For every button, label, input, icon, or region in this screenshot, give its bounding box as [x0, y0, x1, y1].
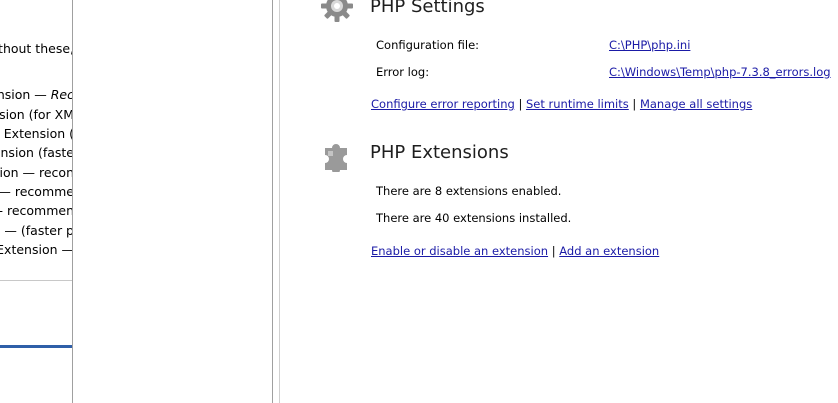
list-item: ension (faste	[0, 145, 72, 160]
accent-bar	[0, 345, 72, 348]
link-separator: |	[518, 97, 526, 111]
list-item: ension — Rec	[0, 87, 72, 102]
divider	[0, 280, 72, 281]
configure-error-reporting-link[interactable]: Configure error reporting	[371, 97, 515, 111]
list-item: nsion (for XM	[0, 107, 72, 122]
config-file-label: Configuration file:	[376, 38, 480, 52]
set-runtime-limits-link[interactable]: Set runtime limits	[526, 97, 629, 111]
pane-divider[interactable]	[272, 0, 273, 403]
gear-icon	[321, 0, 353, 22]
error-log-label: Error log:	[376, 65, 430, 79]
section-title-php-settings: PHP Settings	[370, 0, 485, 17]
php-extensions-actions: Enable or disable an extension | Add an …	[371, 244, 659, 258]
enable-disable-extension-link[interactable]: Enable or disable an extension	[371, 244, 548, 258]
list-item: Extension —	[0, 242, 72, 257]
manage-all-settings-link[interactable]: Manage all settings	[640, 97, 752, 111]
add-extension-link[interactable]: Add an extension	[559, 244, 659, 258]
list-item: n — (faster p	[0, 223, 72, 238]
extensions-enabled-text: There are 8 extensions enabled.	[376, 184, 562, 198]
list-item: - recommen	[0, 203, 72, 218]
list-item: sion — recon	[0, 165, 72, 180]
php-settings-actions: Configure error reporting | Set runtime …	[371, 97, 752, 111]
middle-pane	[74, 0, 272, 403]
pane-divider[interactable]	[72, 0, 73, 403]
link-separator: |	[632, 97, 640, 111]
list-item: without these,	[0, 41, 72, 56]
pane-divider	[279, 0, 280, 403]
list-item: Extension (	[3, 126, 72, 141]
main-content: PHP Settings Configuration file: C:\PHP\…	[281, 0, 838, 403]
list-item: — recomme	[0, 184, 72, 199]
left-pane: without these, ension — Rec nsion (for X…	[0, 0, 72, 403]
section-title-php-extensions: PHP Extensions	[370, 142, 509, 163]
error-log-link[interactable]: C:\Windows\Temp\php-7.3.8_errors.log	[609, 65, 831, 79]
extensions-installed-text: There are 40 extensions installed.	[376, 211, 572, 225]
puzzle-icon	[325, 144, 347, 172]
config-file-link[interactable]: C:\PHP\php.ini	[609, 38, 690, 52]
